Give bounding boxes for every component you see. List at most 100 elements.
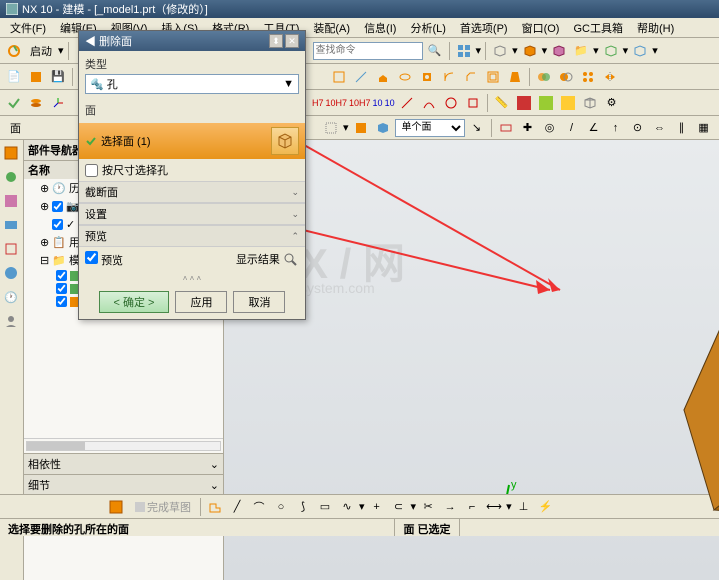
bt-sketch-icon[interactable]: [106, 497, 126, 517]
tb-boolean2-icon[interactable]: [556, 67, 576, 87]
tb-shell-icon[interactable]: [483, 67, 503, 87]
type-combo[interactable]: 🔩 孔▼: [85, 74, 299, 94]
sel-slash-icon[interactable]: /: [562, 118, 582, 138]
show-result-button[interactable]: 显示结果: [236, 251, 299, 268]
tab-assembly-icon[interactable]: [0, 166, 22, 188]
ok-button[interactable]: < 确定 >: [99, 291, 170, 313]
sel-face-icon[interactable]: [351, 118, 371, 138]
tb-measure-icon[interactable]: 📏: [492, 93, 512, 113]
bt-offset-icon[interactable]: ⊂: [389, 497, 409, 517]
tb-chamfer-icon[interactable]: [461, 67, 481, 87]
by-size-row[interactable]: 按尺寸选择孔: [79, 159, 305, 181]
bt-rect-icon[interactable]: ▭: [315, 497, 335, 517]
tb-cube1-icon[interactable]: [490, 41, 510, 61]
sel-body-icon[interactable]: [373, 118, 393, 138]
bt-finish-sketch[interactable]: 完成草图: [128, 497, 196, 517]
sel-angle-icon[interactable]: ∠: [584, 118, 604, 138]
preview-section[interactable]: 预览⌃: [79, 225, 305, 247]
tb-cube4-icon[interactable]: [601, 41, 621, 61]
dialog-close-icon[interactable]: ✕: [285, 34, 299, 48]
tb-folder-icon[interactable]: 📁: [571, 41, 591, 61]
cancel-button[interactable]: 取消: [233, 291, 285, 313]
bt-auto-icon[interactable]: ⚡: [536, 497, 556, 517]
sel-dline-icon[interactable]: ⇔: [650, 118, 670, 138]
tab-hd3d-icon[interactable]: [0, 238, 22, 260]
bt-dim-icon[interactable]: ⟷: [484, 497, 504, 517]
tb-mirror-icon[interactable]: [600, 67, 620, 87]
apply-button[interactable]: 应用: [175, 291, 227, 313]
tb-hole-icon[interactable]: [417, 67, 437, 87]
tb-grid-icon[interactable]: [454, 41, 474, 61]
filter-combo[interactable]: 单个面: [395, 119, 465, 137]
sel-circle-icon[interactable]: ◎: [540, 118, 560, 138]
menu-info[interactable]: 信息(I): [358, 19, 402, 37]
search-input[interactable]: [313, 42, 423, 60]
tb-boolean1-icon[interactable]: [534, 67, 554, 87]
tb-layer-icon[interactable]: [26, 93, 46, 113]
tb-color1-icon[interactable]: [514, 93, 534, 113]
menu-analysis[interactable]: 分析(L): [404, 19, 451, 37]
tb-cube5-icon[interactable]: [630, 41, 650, 61]
tolerance-10a[interactable]: 10: [373, 98, 383, 108]
tb-color3-icon[interactable]: [558, 93, 578, 113]
preview-checkbox[interactable]: [85, 251, 98, 264]
sel-plus-icon[interactable]: ✚: [518, 118, 538, 138]
cut-face-section[interactable]: 截断面⌄: [79, 181, 305, 203]
tb-dim4-icon[interactable]: [463, 93, 483, 113]
sel-rect2-icon[interactable]: [496, 118, 516, 138]
resize-grip-icon[interactable]: ˄ ˄ ˄: [79, 272, 305, 285]
menu-assembly[interactable]: 装配(A): [307, 19, 356, 37]
tab-constraint-icon[interactable]: [0, 190, 22, 212]
nav-dependency[interactable]: 相依性⌄: [24, 453, 223, 474]
tb-color2-icon[interactable]: [536, 93, 556, 113]
menu-gctools[interactable]: GC工具箱: [567, 19, 629, 37]
tb-new-icon[interactable]: 📄: [4, 67, 24, 87]
tb-extrude-icon[interactable]: [373, 67, 393, 87]
tolerance-10h7a[interactable]: 10H7: [326, 98, 348, 108]
sel-arrow-icon[interactable]: ↘: [467, 118, 487, 138]
tb-sketch-icon[interactable]: [329, 67, 349, 87]
tb-cube3-icon[interactable]: [549, 41, 569, 61]
tb-gear-icon[interactable]: ⚙: [602, 93, 622, 113]
menu-file[interactable]: 文件(F): [4, 19, 52, 37]
bt-constraint-icon[interactable]: ⊥: [514, 497, 534, 517]
tb-dim1-icon[interactable]: [397, 93, 417, 113]
dialog-titlebar[interactable]: ◀ 删除面 ⬍ ✕: [79, 31, 305, 51]
tolerance-h7[interactable]: H7: [312, 98, 324, 108]
bt-arc-icon[interactable]: ⌒: [249, 497, 269, 517]
tab-history-icon[interactable]: 🕐: [0, 286, 22, 308]
bt-trim-icon[interactable]: ✂: [418, 497, 438, 517]
tb-cube2-icon[interactable]: [520, 41, 540, 61]
bt-extend-icon[interactable]: →: [440, 497, 460, 517]
tb-box-icon[interactable]: [26, 67, 46, 87]
settings-section[interactable]: 设置⌄: [79, 203, 305, 225]
tb-line-icon[interactable]: [351, 67, 371, 87]
by-size-checkbox[interactable]: [85, 164, 98, 177]
bt-point-icon[interactable]: +: [367, 497, 387, 517]
sel-rect-icon[interactable]: [321, 118, 341, 138]
menu-preferences[interactable]: 首选项(P): [454, 19, 514, 37]
tb-wireframe-icon[interactable]: [580, 93, 600, 113]
tb-save-icon[interactable]: 💾: [48, 67, 68, 87]
start-label[interactable]: 启动: [26, 43, 56, 59]
bt-fillet-icon[interactable]: ⟆: [293, 497, 313, 517]
search-icon[interactable]: 🔍: [425, 41, 445, 61]
tb-dim2-icon[interactable]: [419, 93, 439, 113]
bt-profile-icon[interactable]: [205, 497, 225, 517]
bt-spline-icon[interactable]: ∿: [337, 497, 357, 517]
nav-detail[interactable]: 细节⌄: [24, 474, 223, 495]
sel-dot-icon[interactable]: ⊙: [628, 118, 648, 138]
tab-navigator-icon[interactable]: [0, 142, 22, 164]
tolerance-10b[interactable]: 10: [385, 98, 395, 108]
menu-window[interactable]: 窗口(O): [516, 19, 566, 37]
sel-grid-icon[interactable]: ▦: [694, 118, 714, 138]
select-face-button[interactable]: [271, 127, 299, 155]
tb-wcs-icon[interactable]: [48, 93, 68, 113]
tb-dim3-icon[interactable]: [441, 93, 461, 113]
tab-browser-icon[interactable]: [0, 262, 22, 284]
select-face-row[interactable]: 选择面 (1): [79, 123, 305, 159]
start-dropdown[interactable]: [4, 41, 24, 61]
sel-up-icon[interactable]: ↑: [606, 118, 626, 138]
menu-help[interactable]: 帮助(H): [631, 19, 680, 37]
bt-circle-icon[interactable]: ○: [271, 497, 291, 517]
